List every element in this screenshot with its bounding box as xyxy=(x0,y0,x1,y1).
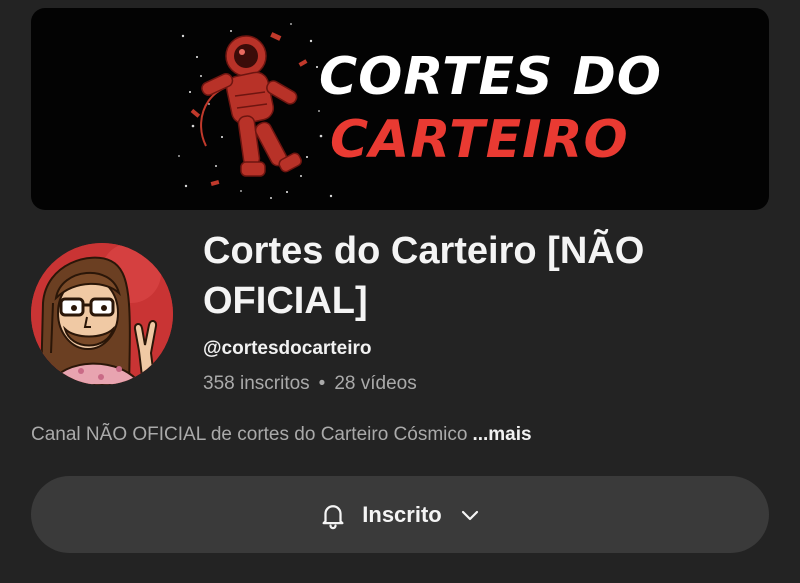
bell-icon xyxy=(322,504,344,529)
banner-title-line2: CARTEIRO xyxy=(330,110,629,170)
more-link[interactable]: ...mais xyxy=(472,424,531,445)
channel-stats: 358 inscritos • 28 vídeos xyxy=(203,373,417,395)
banner-title-line1: CORTES DO xyxy=(319,47,662,107)
stats-separator: • xyxy=(318,373,326,394)
channel-avatar[interactable] xyxy=(31,243,173,385)
channel-handle: @cortesdocarteiro xyxy=(203,338,372,359)
chevron-down-icon xyxy=(461,510,478,520)
channel-banner: CORTES DO CARTEIRO xyxy=(31,8,769,210)
video-count: 28 vídeos xyxy=(334,373,417,394)
cartoon-avatar-icon xyxy=(31,243,173,385)
channel-description[interactable]: Canal NÃO OFICIAL de cortes do Carteiro … xyxy=(31,424,532,446)
subscribed-button[interactable]: Inscrito xyxy=(31,476,769,553)
channel-name: Cortes do Carteiro [NÃO OFICIAL] xyxy=(203,230,645,322)
subscribed-label: Inscrito xyxy=(362,501,442,527)
astronaut-illustration-icon xyxy=(178,23,337,199)
description-text: Canal NÃO OFICIAL de cortes do Carteiro … xyxy=(31,424,468,445)
subscriber-count: 358 inscritos xyxy=(203,373,310,394)
